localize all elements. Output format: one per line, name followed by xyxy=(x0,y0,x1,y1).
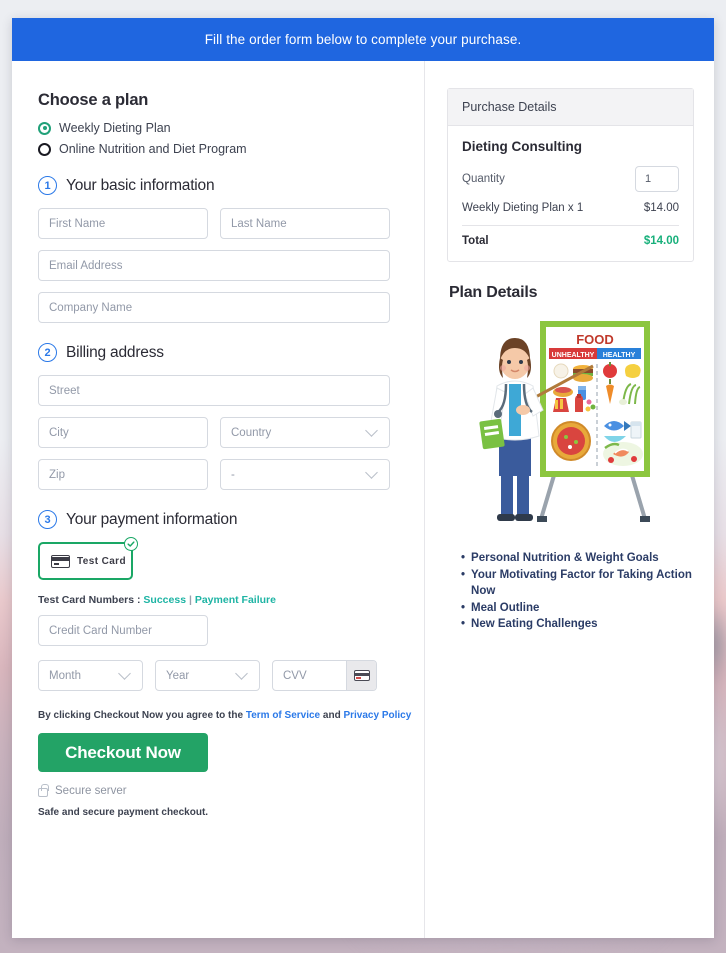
secure-server-row: Secure server xyxy=(38,784,424,797)
divider xyxy=(462,225,679,226)
secure-server-label: Secure server xyxy=(55,785,127,797)
quantity-label: Quantity xyxy=(462,173,505,185)
svg-text:FOOD: FOOD xyxy=(576,332,614,347)
check-circle-icon xyxy=(124,537,138,551)
cvv-card-icon xyxy=(346,661,376,690)
plan-option-weekly[interactable]: Weekly Dieting Plan xyxy=(38,121,424,135)
company-input[interactable]: Company Name xyxy=(38,292,390,323)
test-card-numbers-row: Test Card Numbers : Success | Payment Fa… xyxy=(38,594,424,606)
plan-illustration: FOOD UNHEALTHY HEALTHY xyxy=(447,314,694,534)
email-input[interactable]: Email Address xyxy=(38,250,390,281)
radio-icon-selected[interactable] xyxy=(38,121,51,135)
chevron-down-icon xyxy=(235,667,248,680)
bullet-text: Meal Outline xyxy=(471,601,540,614)
step-title: Billing address xyxy=(66,343,164,361)
step-3-header: 3 Your payment information xyxy=(38,510,424,529)
terms-and: and xyxy=(322,710,341,721)
terms-text: By clicking Checkout Now you agree to th… xyxy=(38,710,424,721)
safe-checkout-note: Safe and secure payment checkout. xyxy=(38,807,209,818)
payment-method-label: Test Card xyxy=(77,555,126,567)
last-name-input[interactable]: Last Name xyxy=(220,208,390,239)
list-item: • New Eating Challenges xyxy=(461,616,694,633)
line-item-row: Weekly Dieting Plan x 1 $14.00 xyxy=(462,202,679,214)
step-number-badge: 1 xyxy=(38,176,57,195)
step-number-badge: 2 xyxy=(38,343,57,362)
banner-text: Fill the order form below to complete yo… xyxy=(204,32,522,47)
checkout-card: Fill the order form below to complete yo… xyxy=(12,18,714,938)
list-item: • Meal Outline xyxy=(461,600,694,617)
credit-card-icon xyxy=(51,554,70,568)
terms-of-service-link[interactable]: Term of Service xyxy=(246,710,320,721)
nutritionist-food-chart-illustration: FOOD UNHEALTHY HEALTHY xyxy=(478,321,650,522)
bullet-icon: • xyxy=(461,618,466,630)
radio-icon-unselected[interactable] xyxy=(38,142,51,156)
list-item: • Personal Nutrition & Weight Goals xyxy=(461,550,694,567)
chevron-down-icon xyxy=(365,466,378,479)
step-title: Your basic information xyxy=(66,176,215,194)
bullet-text: Personal Nutrition & Weight Goals xyxy=(471,552,659,564)
terms-prefix: By clicking Checkout Now you agree to th… xyxy=(38,710,244,721)
first-name-input[interactable]: First Name xyxy=(38,208,208,239)
step-number-badge: 3 xyxy=(38,510,57,529)
summary-column: Purchase Details Dieting Consulting Quan… xyxy=(424,61,714,938)
plan-details-title: Plan Details xyxy=(449,284,538,301)
bullet-text: New Eating Challenges xyxy=(471,618,598,630)
payment-method-test-card[interactable]: Test Card xyxy=(38,537,138,580)
chevron-down-icon xyxy=(118,667,131,680)
test-card-success-link[interactable]: Success xyxy=(143,594,186,606)
country-select[interactable]: Country xyxy=(220,417,390,448)
cvv-field[interactable]: CVV xyxy=(272,660,377,691)
cvv-input[interactable]: CVV xyxy=(273,670,346,682)
checkout-now-button[interactable]: Checkout Now xyxy=(38,733,208,772)
expiry-year-value: Year xyxy=(166,669,190,682)
svg-text:HEALTHY: HEALTHY xyxy=(602,352,635,359)
expiry-month-value: Month xyxy=(49,669,81,682)
total-row: Total $14.00 xyxy=(462,235,679,247)
step-2-header: 2 Billing address xyxy=(38,343,424,362)
svg-text:UNHEALTHY: UNHEALTHY xyxy=(551,352,594,359)
line-item-label: Weekly Dieting Plan x 1 xyxy=(462,202,584,214)
privacy-policy-link[interactable]: Privacy Policy xyxy=(343,710,411,721)
state-select-value: - xyxy=(231,468,235,481)
street-input[interactable]: Street xyxy=(38,375,390,406)
product-title: Dieting Consulting xyxy=(462,139,582,154)
chevron-down-icon xyxy=(365,424,378,437)
total-label: Total xyxy=(462,235,489,247)
top-banner: Fill the order form below to complete yo… xyxy=(12,18,714,61)
country-select-value: Country xyxy=(231,426,272,439)
plan-benefits-list: • Personal Nutrition & Weight Goals • Yo… xyxy=(461,550,694,633)
test-card-failure-link[interactable]: Payment Failure xyxy=(195,594,276,606)
quantity-input[interactable]: 1 xyxy=(635,166,679,192)
plan-option-online[interactable]: Online Nutrition and Diet Program xyxy=(38,142,424,156)
step-title: Your payment information xyxy=(66,510,238,528)
list-item: • Your Motivating Factor for Taking Acti… xyxy=(461,567,694,600)
test-card-separator: | xyxy=(188,594,192,606)
choose-plan-heading: Choose a plan xyxy=(38,91,149,109)
bullet-icon: • xyxy=(461,552,466,564)
total-amount: $14.00 xyxy=(643,235,679,247)
quantity-row: Quantity 1 xyxy=(462,166,679,192)
lock-icon xyxy=(38,784,49,797)
purchase-details-panel: Purchase Details Dieting Consulting Quan… xyxy=(447,88,694,262)
test-card-prefix: Test Card Numbers : xyxy=(38,594,141,606)
bullet-icon: • xyxy=(461,568,466,581)
plan-option-label: Weekly Dieting Plan xyxy=(59,121,171,135)
credit-card-number-input[interactable]: Credit Card Number xyxy=(38,615,208,646)
plan-option-label: Online Nutrition and Diet Program xyxy=(59,142,247,156)
step-1-header: 1 Your basic information xyxy=(38,176,424,195)
bullet-icon: • xyxy=(461,601,466,614)
expiry-year-select[interactable]: Year xyxy=(155,660,260,691)
zip-input[interactable]: Zip xyxy=(38,459,208,490)
line-item-amount: $14.00 xyxy=(643,202,679,214)
state-select[interactable]: - xyxy=(220,459,390,490)
order-form-column: Choose a plan Weekly Dieting Plan Online… xyxy=(12,61,424,938)
purchase-details-header: Purchase Details xyxy=(448,89,693,126)
bullet-text: Your Motivating Factor for Taking Action… xyxy=(471,568,692,598)
expiry-month-select[interactable]: Month xyxy=(38,660,143,691)
city-input[interactable]: City xyxy=(38,417,208,448)
